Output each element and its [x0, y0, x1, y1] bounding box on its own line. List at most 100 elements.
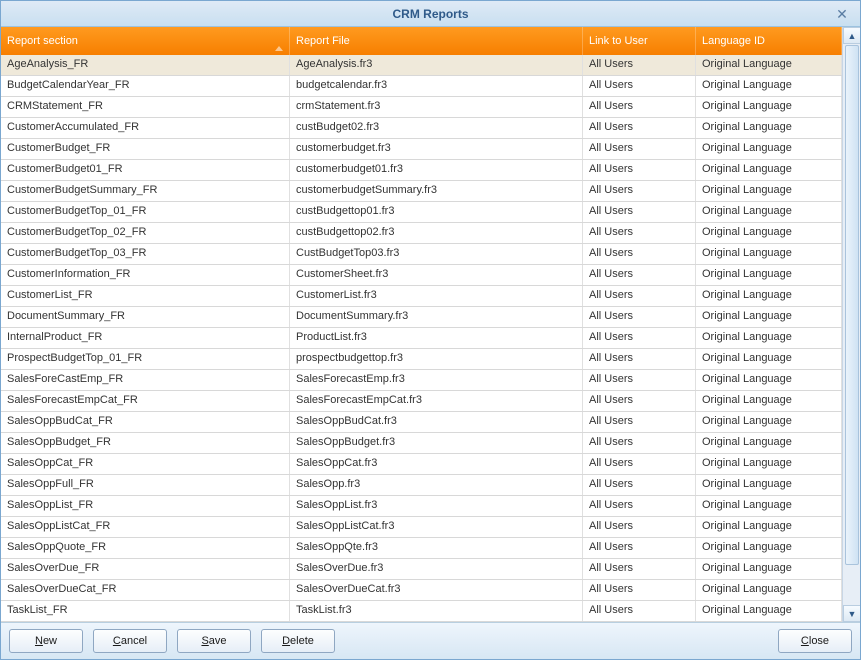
grid-header: Report section Report File Link to User …: [1, 27, 842, 55]
cell-report-section: SalesForeCastEmp_FR: [1, 370, 290, 390]
cell-language-id: Original Language: [696, 307, 842, 327]
sort-ascending-icon: [275, 46, 283, 51]
cell-report-section: CustomerList_FR: [1, 286, 290, 306]
cell-report-file: CustBudgetTop03.fr3: [290, 244, 583, 264]
table-row[interactable]: CustomerBudgetTop_03_FRCustBudgetTop03.f…: [1, 244, 842, 265]
cell-report-section: SalesOverDueCat_FR: [1, 580, 290, 600]
cell-language-id: Original Language: [696, 160, 842, 180]
cell-link-to-user: All Users: [583, 244, 696, 264]
column-header-label: Language ID: [702, 35, 765, 47]
cell-language-id: Original Language: [696, 412, 842, 432]
table-row[interactable]: CustomerBudget01_FRcustomerbudget01.fr3A…: [1, 160, 842, 181]
cell-link-to-user: All Users: [583, 559, 696, 579]
cell-report-file: crmStatement.fr3: [290, 97, 583, 117]
cell-language-id: Original Language: [696, 118, 842, 138]
cell-report-section: AgeAnalysis_FR: [1, 55, 290, 75]
table-row[interactable]: CustomerBudgetSummary_FRcustomerbudgetSu…: [1, 181, 842, 202]
cell-link-to-user: All Users: [583, 601, 696, 621]
cell-report-section: CustomerBudgetTop_01_FR: [1, 202, 290, 222]
cell-language-id: Original Language: [696, 391, 842, 411]
table-row[interactable]: TaskList_FRTaskList.fr3All UsersOriginal…: [1, 601, 842, 622]
cell-link-to-user: All Users: [583, 118, 696, 138]
column-header-link-to-user[interactable]: Link to User: [583, 27, 696, 55]
cell-report-file: custBudgettop02.fr3: [290, 223, 583, 243]
table-row[interactable]: SalesOppListCat_FRSalesOppListCat.fr3All…: [1, 517, 842, 538]
cell-report-section: SalesOppList_FR: [1, 496, 290, 516]
table-row[interactable]: SalesOverDueCat_FRSalesOverDueCat.fr3All…: [1, 580, 842, 601]
table-row[interactable]: SalesOppBudCat_FRSalesOppBudCat.fr3All U…: [1, 412, 842, 433]
cancel-button[interactable]: Cancel: [93, 629, 167, 653]
cell-report-section: SalesOppBudget_FR: [1, 433, 290, 453]
save-button[interactable]: Save: [177, 629, 251, 653]
table-row[interactable]: CustomerList_FRCustomerList.fr3All Users…: [1, 286, 842, 307]
cell-link-to-user: All Users: [583, 433, 696, 453]
table-row[interactable]: SalesOppFull_FRSalesOpp.fr3All UsersOrig…: [1, 475, 842, 496]
button-rest: ancel: [121, 635, 147, 647]
column-header-report-section[interactable]: Report section: [1, 27, 290, 55]
table-row[interactable]: SalesOppCat_FRSalesOppCat.fr3All UsersOr…: [1, 454, 842, 475]
table-row[interactable]: AgeAnalysis_FRAgeAnalysis.fr3All UsersOr…: [1, 55, 842, 76]
cell-report-file: DocumentSummary.fr3: [290, 307, 583, 327]
delete-button[interactable]: Delete: [261, 629, 335, 653]
cell-language-id: Original Language: [696, 496, 842, 516]
cell-report-file: SalesForecastEmp.fr3: [290, 370, 583, 390]
cell-report-section: SalesForecastEmpCat_FR: [1, 391, 290, 411]
scroll-down-button[interactable]: ▼: [843, 605, 860, 622]
cell-report-section: ProspectBudgetTop_01_FR: [1, 349, 290, 369]
cell-link-to-user: All Users: [583, 160, 696, 180]
cell-language-id: Original Language: [696, 223, 842, 243]
table-row[interactable]: CRMStatement_FRcrmStatement.fr3All Users…: [1, 97, 842, 118]
cell-report-file: customerbudgetSummary.fr3: [290, 181, 583, 201]
table-row[interactable]: ProspectBudgetTop_01_FRprospectbudgettop…: [1, 349, 842, 370]
table-row[interactable]: CustomerBudget_FRcustomerbudget.fr3All U…: [1, 139, 842, 160]
cell-report-section: DocumentSummary_FR: [1, 307, 290, 327]
cell-report-file: SalesOverDueCat.fr3: [290, 580, 583, 600]
cell-link-to-user: All Users: [583, 265, 696, 285]
table-row[interactable]: CustomerAccumulated_FRcustBudget02.fr3Al…: [1, 118, 842, 139]
cell-report-file: SalesOppList.fr3: [290, 496, 583, 516]
cell-report-file: budgetcalendar.fr3: [290, 76, 583, 96]
table-row[interactable]: DocumentSummary_FRDocumentSummary.fr3All…: [1, 307, 842, 328]
cell-report-section: SalesOppBudCat_FR: [1, 412, 290, 432]
table-row[interactable]: SalesForeCastEmp_FRSalesForecastEmp.fr3A…: [1, 370, 842, 391]
table-row[interactable]: SalesOverDue_FRSalesOverDue.fr3All Users…: [1, 559, 842, 580]
scroll-thumb[interactable]: [845, 45, 859, 565]
table-row[interactable]: BudgetCalendarYear_FRbudgetcalendar.fr3A…: [1, 76, 842, 97]
cell-report-file: SalesOppListCat.fr3: [290, 517, 583, 537]
cell-language-id: Original Language: [696, 76, 842, 96]
column-header-report-file[interactable]: Report File: [290, 27, 583, 55]
scroll-up-button[interactable]: ▲: [843, 27, 860, 44]
cell-language-id: Original Language: [696, 181, 842, 201]
table-row[interactable]: SalesForecastEmpCat_FRSalesForecastEmpCa…: [1, 391, 842, 412]
cell-language-id: Original Language: [696, 244, 842, 264]
cell-language-id: Original Language: [696, 454, 842, 474]
cell-report-file: custBudgettop01.fr3: [290, 202, 583, 222]
column-header-language-id[interactable]: Language ID: [696, 27, 842, 55]
cell-language-id: Original Language: [696, 580, 842, 600]
cell-report-file: custBudget02.fr3: [290, 118, 583, 138]
table-row[interactable]: SalesOppList_FRSalesOppList.fr3All Users…: [1, 496, 842, 517]
cell-report-section: CustomerBudget_FR: [1, 139, 290, 159]
vertical-scrollbar[interactable]: ▲ ▼: [842, 27, 860, 622]
cell-link-to-user: All Users: [583, 412, 696, 432]
table-row[interactable]: CustomerBudgetTop_02_FRcustBudgettop02.f…: [1, 223, 842, 244]
table-row[interactable]: SalesOppQuote_FRSalesOppQte.fr3All Users…: [1, 538, 842, 559]
button-accel: C: [801, 635, 809, 647]
new-button[interactable]: New: [9, 629, 83, 653]
close-icon[interactable]: ✕: [834, 7, 850, 23]
cell-link-to-user: All Users: [583, 328, 696, 348]
cell-language-id: Original Language: [696, 433, 842, 453]
window-title: CRM Reports: [1, 7, 860, 21]
table-row[interactable]: CustomerInformation_FRCustomerSheet.fr3A…: [1, 265, 842, 286]
cell-report-section: CustomerInformation_FR: [1, 265, 290, 285]
table-row[interactable]: InternalProduct_FRProductList.fr3All Use…: [1, 328, 842, 349]
cell-link-to-user: All Users: [583, 307, 696, 327]
table-row[interactable]: SalesOppBudget_FRSalesOppBudget.fr3All U…: [1, 433, 842, 454]
button-accel: S: [201, 635, 208, 647]
table-row[interactable]: CustomerBudgetTop_01_FRcustBudgettop01.f…: [1, 202, 842, 223]
button-rest: lose: [809, 635, 829, 647]
cell-link-to-user: All Users: [583, 580, 696, 600]
cell-report-section: CustomerBudgetTop_03_FR: [1, 244, 290, 264]
close-button[interactable]: Close: [778, 629, 852, 653]
cell-report-section: SalesOverDue_FR: [1, 559, 290, 579]
